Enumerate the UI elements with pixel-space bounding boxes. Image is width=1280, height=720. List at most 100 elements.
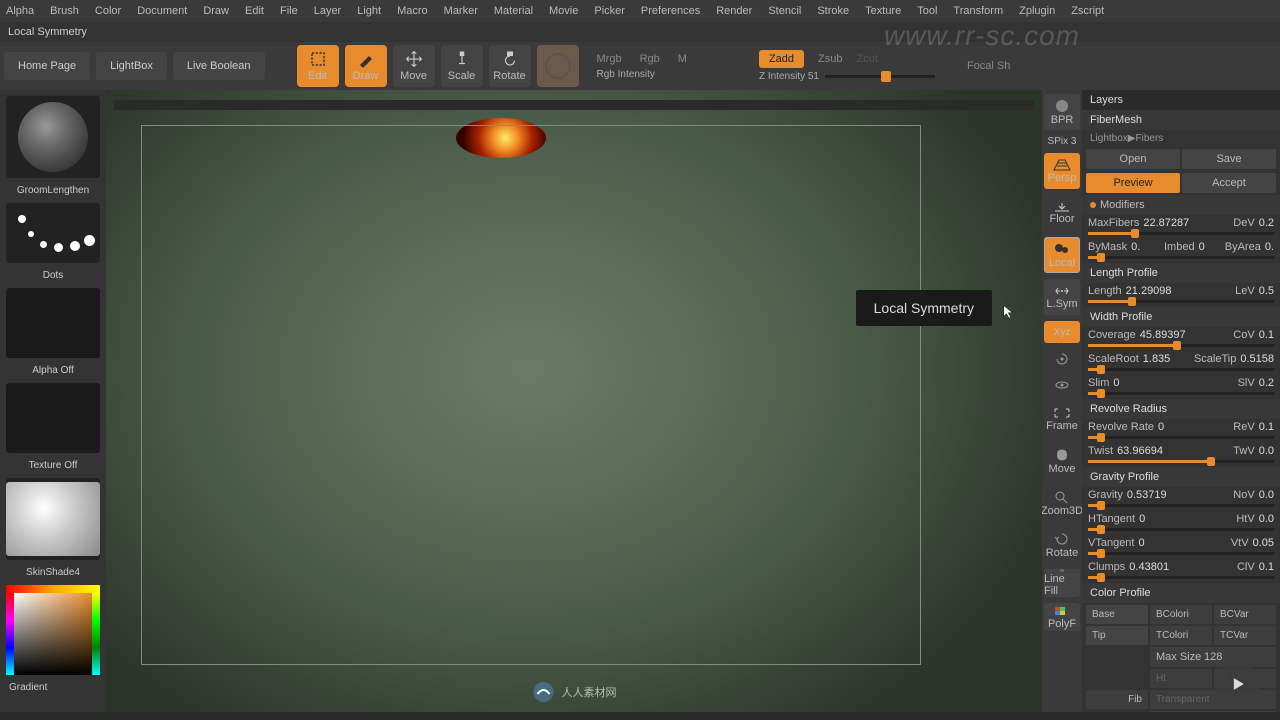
menu-file[interactable]: File [280,3,298,19]
menu-alpha[interactable]: Alpha [6,3,34,19]
section-color-profile[interactable]: Color Profile [1082,583,1280,603]
lsym-button[interactable]: L.Sym [1044,279,1080,315]
max-size-field[interactable]: Max Size 128 [1150,647,1276,667]
tip-color-swatch[interactable]: Tip [1086,626,1148,645]
persp-button[interactable]: Persp [1044,153,1080,189]
param-row[interactable]: Length 21.29098LeV 0.5 [1082,283,1280,299]
menu-draw[interactable]: Draw [203,3,229,19]
line-fill-button[interactable]: Line Fill [1044,569,1080,597]
menu-brush[interactable]: Brush [50,3,79,19]
polyf-button[interactable]: PolyF [1044,603,1080,631]
param-row[interactable]: ByMask 0.Imbed 0ByArea 0. [1082,239,1280,255]
param-slider[interactable] [1088,344,1274,347]
menu-stroke[interactable]: Stroke [817,3,849,19]
rgb-mode[interactable]: Rgb [640,53,660,65]
zoom-button[interactable]: Zoom3D [1044,485,1080,521]
m-mode[interactable]: M [678,53,687,65]
rotate-y-icon[interactable] [1044,349,1080,369]
param-row[interactable]: Slim 0SlV 0.2 [1082,375,1280,391]
lightbox-button[interactable]: LightBox [96,52,167,80]
param-slider[interactable] [1088,300,1274,303]
menu-light[interactable]: Light [357,3,381,19]
menu-transform[interactable]: Transform [953,3,1003,19]
param-slider[interactable] [1088,368,1274,371]
section-length-profile[interactable]: Length Profile [1082,263,1280,283]
texture-thumbnail[interactable] [6,383,100,453]
param-slider[interactable] [1088,256,1274,259]
menu-color[interactable]: Color [95,3,121,19]
xyz-button[interactable]: Xyz [1044,321,1080,343]
menu-zscript[interactable]: Zscript [1071,3,1104,19]
param-slider[interactable] [1088,232,1274,235]
zadd-mode[interactable]: Zadd [759,50,804,68]
bpr-button[interactable]: BPR [1044,94,1080,130]
local-symmetry-button[interactable]: Local [1044,237,1080,273]
rotate-view-button[interactable]: Rotate [1044,527,1080,563]
focal-shift-button[interactable]: Focal Sh [967,60,1010,72]
param-row[interactable]: Revolve Rate 0ReV 0.1 [1082,419,1280,435]
section-revolve-radius[interactable]: Revolve Radius [1082,399,1280,419]
menu-preferences[interactable]: Preferences [641,3,700,19]
play-overlay-button[interactable] [1216,662,1260,706]
save-button[interactable]: Save [1182,149,1276,169]
modifiers-header[interactable]: Modifiers [1082,195,1280,215]
home-page-button[interactable]: Home Page [4,52,90,80]
spix-label[interactable]: SPix 3 [1048,136,1077,147]
param-slider[interactable] [1088,528,1274,531]
param-row[interactable]: HTangent 0HtV 0.0 [1082,511,1280,527]
edit-tool[interactable]: Edit [297,45,339,87]
tcolor-button[interactable]: TColori [1150,626,1212,645]
viewport[interactable]: Local Symmetry 人人素材网 [106,90,1042,712]
menu-stencil[interactable]: Stencil [768,3,801,19]
param-slider[interactable] [1088,576,1274,579]
base-color-swatch[interactable]: Base [1086,605,1148,624]
menu-marker[interactable]: Marker [444,3,478,19]
move-tool[interactable]: Move [393,45,435,87]
antialiased-toggle[interactable]: Antialiased [1150,711,1276,712]
live-boolean-button[interactable]: Live Boolean [173,52,265,80]
rotate-z-icon[interactable] [1044,375,1080,395]
frame-button[interactable]: Frame [1044,401,1080,437]
param-row[interactable]: MaxFibers 22.87287DeV 0.2 [1082,215,1280,231]
bcvar-button[interactable]: BCVar [1214,605,1276,624]
param-row[interactable]: Twist 63.96694TwV 0.0 [1082,443,1280,459]
alpha-thumbnail[interactable] [6,288,100,358]
param-row[interactable]: ScaleRoot 1.835ScaleTip 0.5158 [1082,351,1280,367]
floor-button[interactable]: Floor [1044,195,1080,231]
z-intensity-slider[interactable] [825,75,935,78]
move-view-button[interactable]: Move [1044,443,1080,479]
section-gravity-profile[interactable]: Gravity Profile [1082,467,1280,487]
mrgb-mode[interactable]: Mrgb [597,53,622,65]
preview-button[interactable]: Preview [1086,173,1180,193]
menu-movie[interactable]: Movie [549,3,578,19]
breadcrumb[interactable]: Lightbox▶Fibers [1082,130,1280,147]
param-slider[interactable] [1088,504,1274,507]
fibermesh-header[interactable]: FiberMesh [1082,110,1280,130]
zsub-mode[interactable]: Zsub [818,53,842,65]
param-slider[interactable] [1088,460,1274,463]
stroke-thumbnail[interactable] [6,203,100,263]
menu-render[interactable]: Render [716,3,752,19]
accept-button[interactable]: Accept [1182,173,1276,193]
bcolor-button[interactable]: BColori [1150,605,1212,624]
color-picker[interactable] [6,585,100,675]
menu-tool[interactable]: Tool [917,3,937,19]
open-button[interactable]: Open [1086,149,1180,169]
section-width-profile[interactable]: Width Profile [1082,307,1280,327]
param-slider[interactable] [1088,392,1274,395]
param-slider[interactable] [1088,436,1274,439]
menu-texture[interactable]: Texture [865,3,901,19]
scale-tool[interactable]: Scale [441,45,483,87]
param-slider[interactable] [1088,552,1274,555]
menu-zplugin[interactable]: Zplugin [1019,3,1055,19]
menu-document[interactable]: Document [137,3,187,19]
menu-layer[interactable]: Layer [314,3,342,19]
gizmo-toggle[interactable] [537,45,579,87]
param-row[interactable]: VTangent 0VtV 0.05 [1082,535,1280,551]
menu-material[interactable]: Material [494,3,533,19]
timeline-bar[interactable] [114,100,1034,110]
menu-edit[interactable]: Edit [245,3,264,19]
param-row[interactable]: Gravity 0.53719NoV 0.0 [1082,487,1280,503]
tcvar-button[interactable]: TCVar [1214,626,1276,645]
menu-picker[interactable]: Picker [594,3,625,19]
